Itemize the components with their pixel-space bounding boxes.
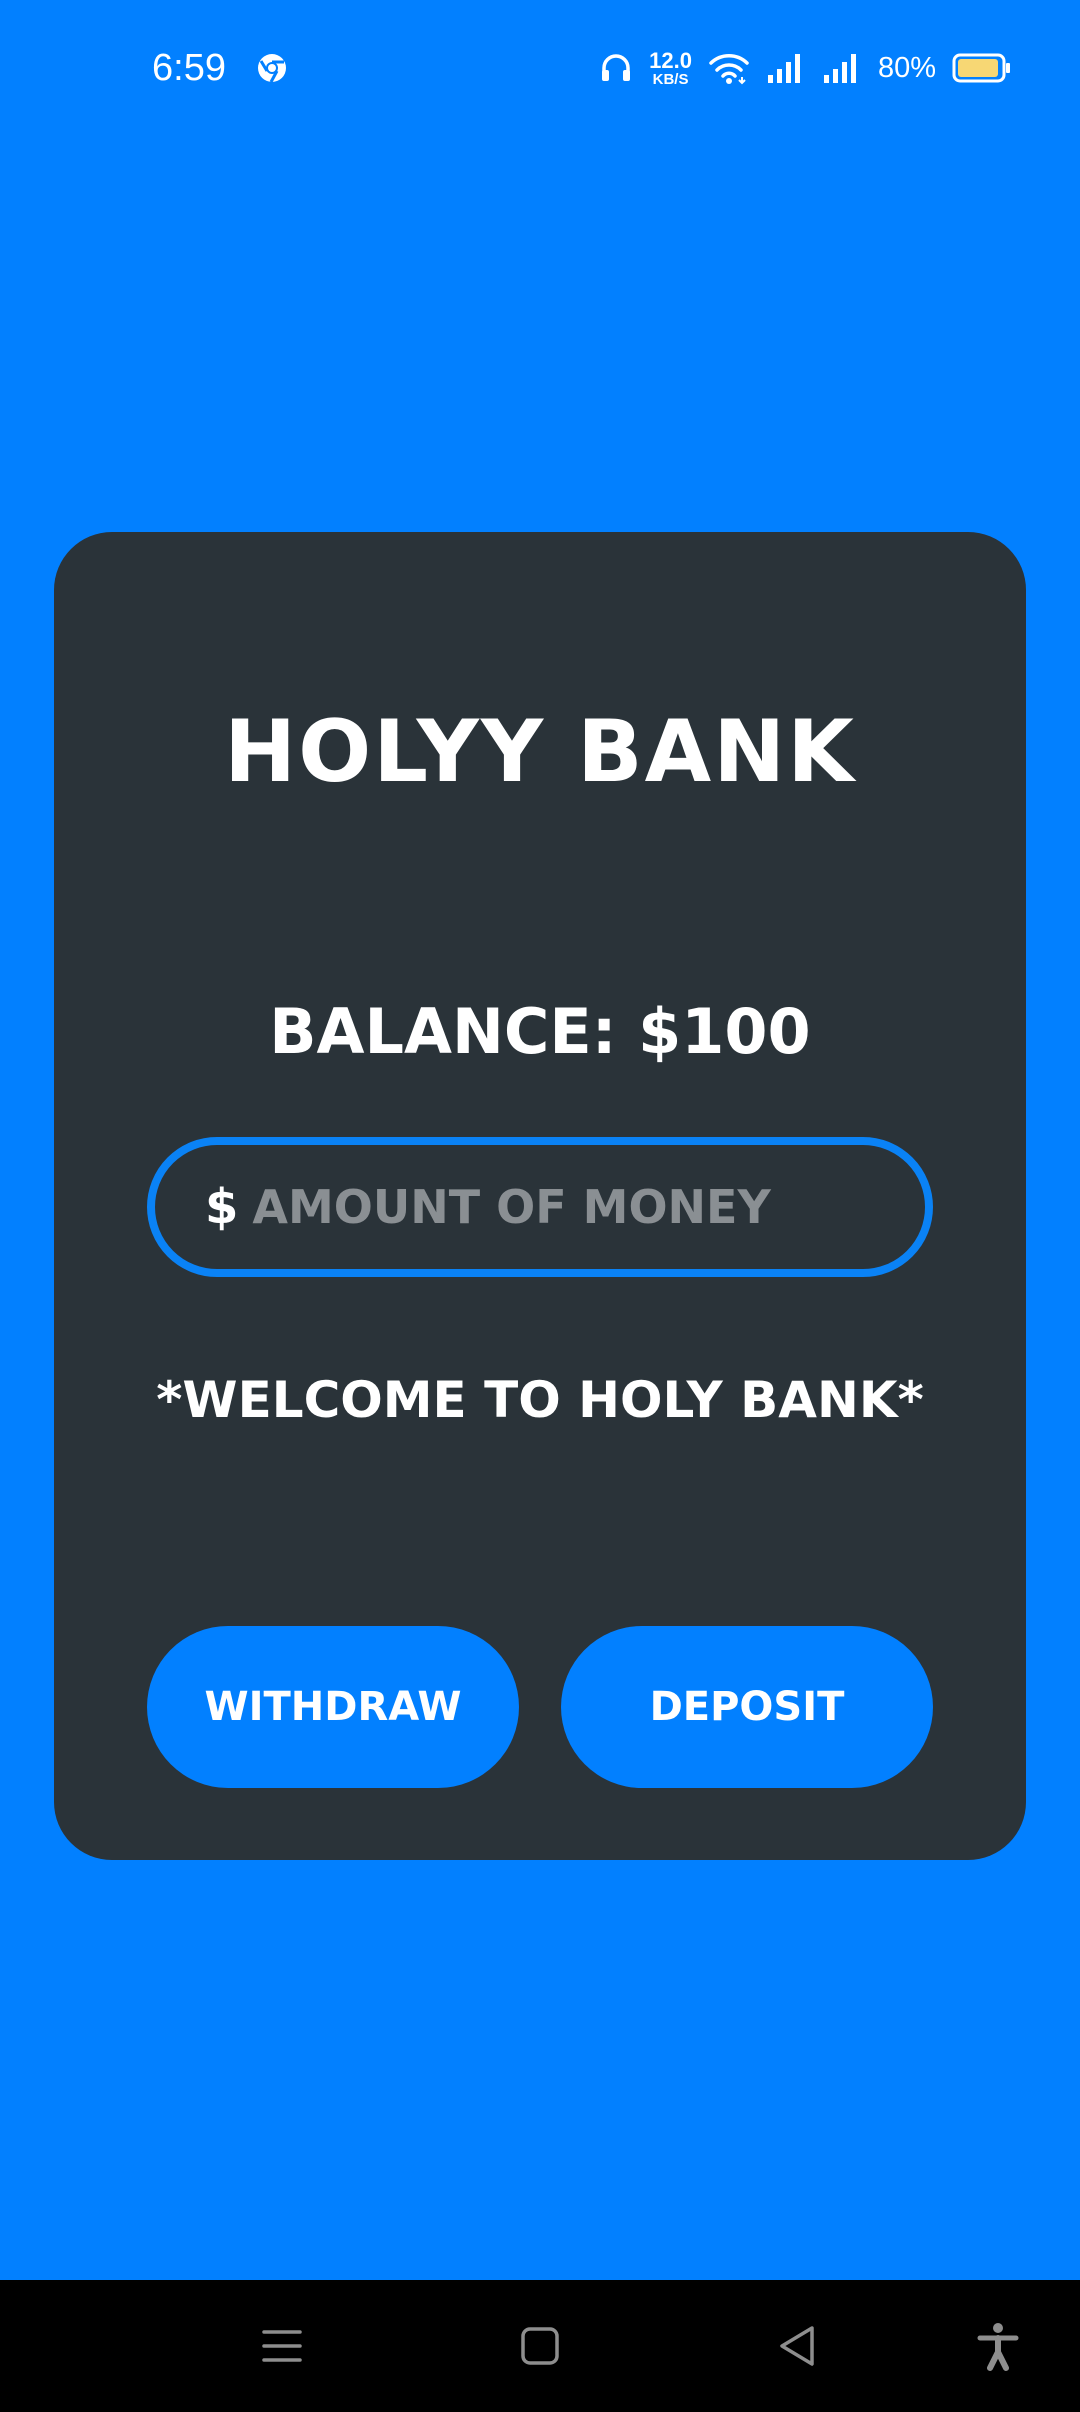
amount-field[interactable]: $ [147,1137,933,1277]
speed-value: 12.0 [649,47,692,73]
battery-icon [952,53,1010,83]
accessibility-icon[interactable] [972,2320,1024,2372]
currency-prefix: $ [205,1179,239,1235]
bank-card: HOLYY BANK BALANCE: $100 $ *WELCOME TO H… [54,532,1026,1860]
status-icons: 12.0 KB/S 80% [599,44,1012,92]
welcome-message: *WELCOME TO HOLY BANK* [156,1371,924,1429]
status-bar: 6:59 12.0 KB/S 80% [0,0,1080,136]
back-icon[interactable] [772,2320,824,2372]
amount-input[interactable] [252,1180,873,1234]
chrome-icon [258,54,286,83]
menu-icon[interactable] [256,2320,308,2372]
network-speed: 12.0 KB/S [649,47,692,88]
status-time: 6:59 [152,47,226,89]
withdraw-button[interactable]: WITHDRAW [147,1626,519,1788]
signal-icon [823,54,856,83]
wifi-icon [709,54,749,85]
balance-display: BALANCE: $100 [269,995,811,1068]
home-icon[interactable] [514,2320,566,2372]
deposit-button[interactable]: DEPOSIT [561,1626,933,1788]
headphones-icon [602,54,631,81]
navigation-bar [0,2280,1080,2412]
app-title: HOLYY BANK [224,702,856,802]
speed-unit: KB/S [652,70,689,88]
battery-percent: 80% [877,51,936,84]
signal-icon [767,54,800,83]
